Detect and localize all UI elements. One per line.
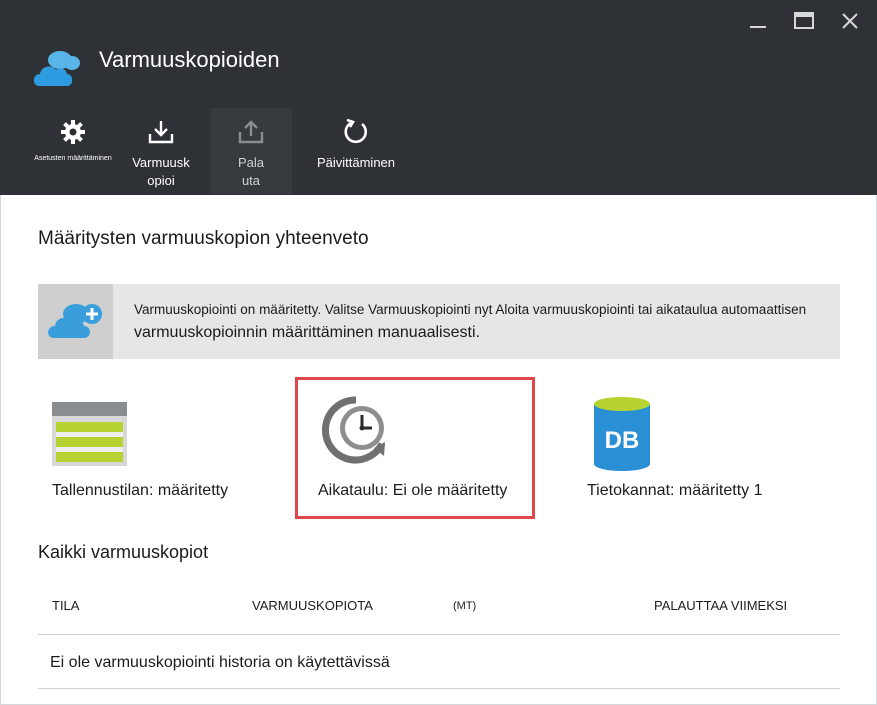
banner-message-line2: varmuuskopioinnin määrittäminen manuaali… <box>134 324 480 341</box>
backup-label: Varmuusk opioi <box>132 155 190 188</box>
empty-history-message: Ei ole varmuuskopiointi historia on käyt… <box>50 654 390 671</box>
window-controls <box>745 8 863 34</box>
close-icon <box>842 13 858 29</box>
maximize-icon <box>794 12 814 29</box>
close-button[interactable] <box>837 8 863 34</box>
column-header-status[interactable]: TILA <box>52 598 79 613</box>
maximize-button[interactable] <box>791 8 817 34</box>
database-icon-text: DB <box>605 427 640 454</box>
refresh-icon <box>344 118 367 144</box>
minimize-icon <box>750 26 766 28</box>
summary-title: Määritysten varmuuskopion yhteenveto <box>38 228 369 249</box>
app-header: Varmuuskopioiden Asetusten määrittäminen… <box>0 0 877 195</box>
cloud-sync-logo-icon <box>33 51 80 86</box>
column-header-size[interactable]: (MT) <box>453 600 476 612</box>
info-banner: Varmuuskopiointi on määritetty. Valitse … <box>38 284 840 359</box>
cloud-add-icon <box>48 304 102 338</box>
banner-message-line1: Varmuuskopiointi on määritetty. Valitse … <box>134 302 807 317</box>
settings-label: Asetusten määrittäminen <box>34 155 112 162</box>
minimize-button[interactable] <box>745 8 771 34</box>
upload-icon <box>238 120 264 144</box>
restore-label: Pala uta <box>237 155 265 188</box>
restore-button[interactable]: Pala uta <box>210 108 292 194</box>
backup-button[interactable]: Varmuusk opioi <box>124 108 198 194</box>
refresh-label: Päivittäminen <box>316 155 396 170</box>
table-header-divider <box>38 634 840 635</box>
clock-icon[interactable] <box>322 396 390 468</box>
banner-icon-box <box>38 284 113 359</box>
app-title: Varmuuskopioiden <box>99 47 280 72</box>
gear-icon <box>61 120 85 144</box>
table-bottom-divider <box>38 688 840 689</box>
storage-status: Tallennustilan: määritetty <box>52 482 229 499</box>
database-icon[interactable]: DB <box>594 396 650 472</box>
refresh-button[interactable]: Päivittäminen <box>310 108 402 194</box>
database-status: Tietokannat: määritetty 1 <box>587 482 763 499</box>
column-header-last-restored[interactable]: PALAUTTAA VIIMEKSI <box>654 598 787 613</box>
all-backups-title: Kaikki varmuuskopiot <box>38 542 209 562</box>
banner-text: Varmuuskopiointi on määritetty. Valitse … <box>134 302 838 342</box>
column-header-backup[interactable]: VARMUUSKOPIOTA <box>252 598 373 613</box>
storage-icon[interactable] <box>52 402 127 466</box>
settings-button[interactable]: Asetusten määrittäminen <box>34 108 112 194</box>
schedule-status: Aikataulu: Ei ole määritetty <box>318 482 508 499</box>
download-icon <box>148 121 174 144</box>
